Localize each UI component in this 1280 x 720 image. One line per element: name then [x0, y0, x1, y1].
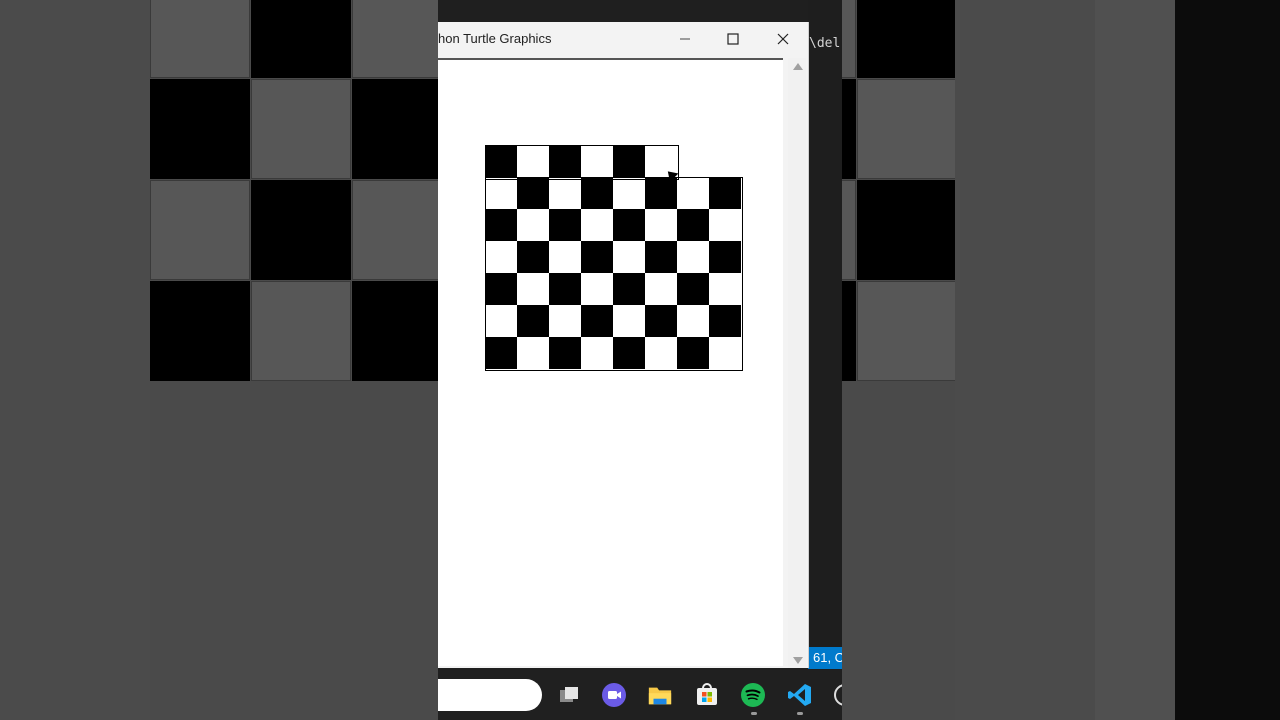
board-square: [517, 177, 549, 209]
board-square: [581, 209, 613, 241]
board-square: [581, 241, 613, 273]
vscode-terminal-background: [808, 0, 842, 720]
board-square: [549, 273, 581, 305]
board-square: [581, 305, 613, 337]
taskbar-search-box[interactable]: [438, 679, 542, 711]
board-square: [645, 273, 677, 305]
vscode-icon[interactable]: [787, 682, 813, 708]
board-square: [581, 337, 613, 369]
board-square: [485, 241, 517, 273]
board-square: [581, 177, 613, 209]
meet-icon[interactable]: [601, 682, 627, 708]
board-square: [613, 273, 645, 305]
minimize-button[interactable]: [662, 26, 708, 52]
turtle-graphics-window: hon Turtle Graphics: [438, 22, 809, 668]
board-square: [645, 209, 677, 241]
background-checker-cell: [857, 281, 957, 381]
board-square: [549, 337, 581, 369]
board-square: [613, 305, 645, 337]
background-checker-cell: [352, 180, 452, 280]
board-square: [709, 305, 741, 337]
board-square: [677, 337, 709, 369]
microsoft-store-icon[interactable]: [694, 682, 720, 708]
turtle-canvas[interactable]: [438, 58, 783, 666]
board-square: [485, 209, 517, 241]
board-square: [677, 177, 709, 209]
board-square: [549, 241, 581, 273]
board-square: [549, 305, 581, 337]
background-checker-cell: [150, 281, 250, 381]
board-square: [485, 177, 517, 209]
background-right-shade: [955, 0, 1280, 720]
board-square: [517, 305, 549, 337]
board-square: [709, 177, 741, 209]
board-square: [517, 337, 549, 369]
background-checker-cell: [150, 79, 250, 179]
background-left-shade: [0, 0, 150, 720]
vscode-running-indicator: [797, 712, 803, 715]
window-titlebar[interactable]: hon Turtle Graphics: [438, 22, 808, 56]
background-checker-cell: [150, 0, 250, 78]
board-square: [677, 209, 709, 241]
board-square: [709, 209, 741, 241]
background-checker-cell: [857, 79, 957, 179]
maximize-icon: [727, 33, 739, 45]
board-square: [517, 145, 549, 177]
board-square: [677, 241, 709, 273]
board-square: [613, 177, 645, 209]
board-square: [581, 273, 613, 305]
background-checker-cell: [251, 79, 351, 179]
board-square: [709, 241, 741, 273]
scroll-up-arrow-icon[interactable]: [793, 63, 803, 70]
spotify-running-indicator: [751, 712, 757, 715]
vscode-status-cursor-position[interactable]: 61, C: [808, 647, 842, 669]
background-checker-cell: [150, 180, 250, 280]
board-square: [517, 209, 549, 241]
background-checker-cell: [352, 281, 452, 381]
background-checker-cell: [352, 0, 452, 78]
vertical-scrollbar[interactable]: [788, 58, 806, 668]
board-square: [581, 145, 613, 177]
background-checker-cell: [251, 0, 351, 78]
board-square: [677, 305, 709, 337]
maximize-button[interactable]: [710, 26, 756, 52]
spotify-icon[interactable]: [740, 682, 766, 708]
file-explorer-icon[interactable]: [647, 682, 673, 708]
close-icon: [777, 33, 789, 45]
board-square: [517, 241, 549, 273]
window-title: hon Turtle Graphics: [438, 31, 552, 46]
board-square: [645, 241, 677, 273]
task-view-icon[interactable]: [556, 682, 582, 708]
clock-icon[interactable]: [832, 682, 842, 708]
board-square: [613, 241, 645, 273]
board-square: [485, 337, 517, 369]
board-square: [709, 337, 741, 369]
board-square: [709, 273, 741, 305]
background-checker-cell: [251, 180, 351, 280]
board-square: [549, 145, 581, 177]
board-square: [485, 273, 517, 305]
board-square: [677, 273, 709, 305]
background-checker-cell: [857, 0, 957, 78]
board-square: [549, 177, 581, 209]
board-square: [645, 177, 677, 209]
background-checker-cell: [251, 281, 351, 381]
board-square: [645, 305, 677, 337]
close-button[interactable]: [760, 26, 806, 52]
scroll-down-arrow-icon[interactable]: [793, 657, 803, 664]
video-strip: \del 61, C hon Turtle Graphics: [438, 0, 842, 720]
board-square: [613, 337, 645, 369]
minimize-icon: [680, 38, 690, 40]
background-checker-cell: [857, 180, 957, 280]
board-square: [517, 273, 549, 305]
board-square: [549, 209, 581, 241]
taskbar: [438, 670, 842, 720]
board-square: [613, 145, 645, 177]
board-square: [613, 209, 645, 241]
board-square: [645, 337, 677, 369]
board-square: [485, 305, 517, 337]
board-square: [485, 145, 517, 177]
background-checker-cell: [352, 79, 452, 179]
terminal-path-text: \del: [809, 36, 841, 51]
